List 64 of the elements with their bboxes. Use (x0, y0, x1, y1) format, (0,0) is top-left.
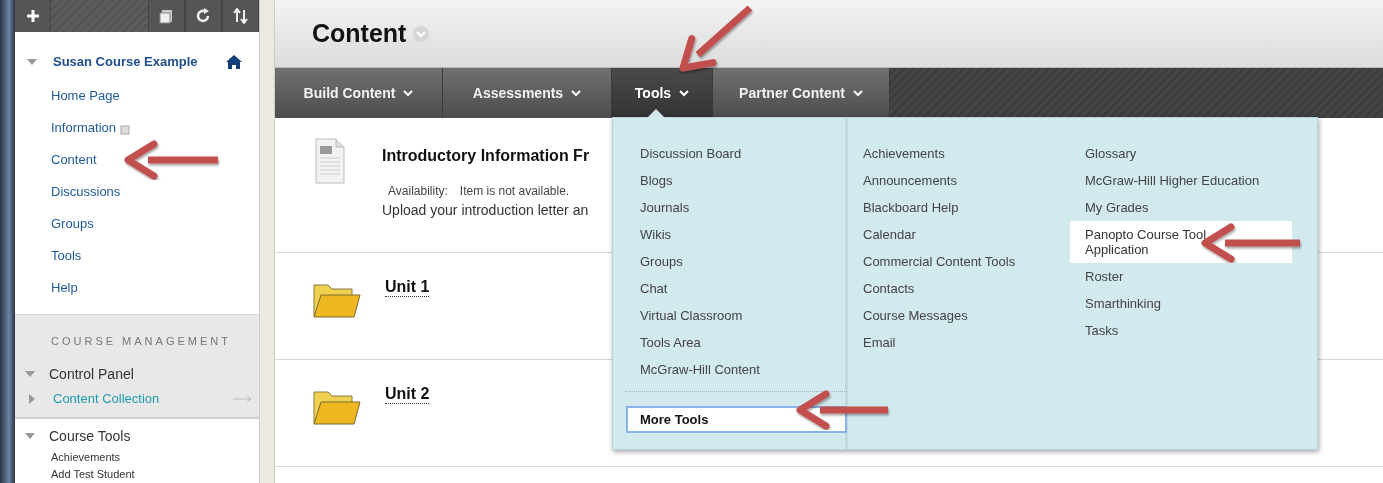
section-heading: COURSE MANAGEMENT (50, 333, 232, 349)
sidebar-link[interactable]: Tools (51, 245, 82, 266)
folder-link[interactable]: Unit 2 (385, 385, 430, 404)
sidebar-link[interactable]: Content (51, 149, 97, 170)
availability-label: Availability: (388, 183, 448, 200)
sort-icon (232, 8, 249, 24)
menu-tab[interactable]: Partner Content (713, 68, 890, 118)
menu-item[interactable]: Calendar (863, 221, 1070, 248)
chevron-down-icon (852, 89, 863, 97)
home-icon (225, 53, 243, 70)
small-page-icon (120, 124, 131, 135)
section-title[interactable]: Course Tools (49, 425, 131, 447)
availability-value: Item is not available. (459, 183, 570, 200)
menu-item[interactable]: Email (863, 329, 1070, 356)
menu-item[interactable]: Chat (640, 275, 845, 302)
menu-item[interactable]: McGraw-Hill Higher Education (1085, 167, 1303, 194)
sidebar-link[interactable]: Help (51, 277, 78, 298)
sidebar-link[interactable]: Achievements (15, 449, 259, 466)
plus-icon (25, 9, 40, 23)
chevron-circle-icon (412, 24, 431, 43)
menu-item[interactable]: Discussion Board (640, 140, 845, 167)
menu-item[interactable]: Commercial Content Tools (863, 248, 1070, 275)
page-title: Content (312, 17, 407, 49)
menu-item[interactable]: Groups (640, 248, 845, 275)
menu-item[interactable]: Achievements (863, 140, 1070, 167)
menu-item[interactable]: Journals (640, 194, 845, 221)
section-title[interactable]: Control Panel (49, 363, 134, 385)
refresh-icon (195, 8, 212, 24)
menu-item[interactable]: Tools Area (640, 329, 845, 356)
menu-item[interactable]: Glossary (1085, 140, 1303, 167)
menu-tab[interactable]: Assessments (443, 68, 612, 118)
course-title[interactable]: Susan Course Example (53, 52, 209, 72)
menu-item[interactable]: Virtual Classroom (640, 302, 845, 329)
sidebar-link[interactable]: Home Page (51, 85, 120, 106)
menu-item[interactable]: Course Messages (863, 302, 1070, 329)
item-title[interactable]: Introductory Information Fr (382, 144, 590, 168)
menu-item[interactable]: Contacts (863, 275, 1070, 302)
arrow-right-icon (233, 396, 253, 402)
menu-item[interactable]: Panopto Course Tool Application (1070, 221, 1292, 263)
menu-item[interactable]: Smarthinking (1085, 290, 1303, 317)
chevron-down-icon (403, 89, 414, 97)
page-icon (158, 8, 175, 24)
more-tools-link[interactable]: More Tools (626, 406, 847, 433)
menu-item[interactable]: Announcements (863, 167, 1070, 194)
folder-icon (312, 388, 362, 426)
menu-item[interactable]: My Grades (1085, 194, 1303, 221)
menu-tab[interactable]: Tools (612, 68, 713, 118)
menu-item[interactable]: McGraw-Hill Content (640, 356, 845, 383)
item-description: Upload your introduction letter an (382, 201, 590, 220)
sidebar-link[interactable]: Groups (51, 213, 94, 234)
sidebar-link[interactable]: Discussions (51, 181, 121, 202)
sidebar-link[interactable]: Information (51, 117, 117, 138)
chevron-down-icon (571, 89, 582, 97)
menu-item[interactable]: Wikis (640, 221, 845, 248)
chevron-down-icon (679, 89, 690, 97)
document-icon (315, 138, 345, 184)
folder-icon (312, 281, 362, 319)
menu-item[interactable]: Tasks (1085, 317, 1303, 344)
menu-item[interactable]: Blackboard Help (863, 194, 1070, 221)
menu-item[interactable]: Blogs (640, 167, 845, 194)
menu-tab[interactable]: Build Content (275, 68, 443, 118)
menu-item[interactable]: Roster (1085, 263, 1303, 290)
folder-link[interactable]: Unit 1 (385, 278, 430, 297)
sidebar-link[interactable]: Add Test Student (15, 466, 259, 483)
